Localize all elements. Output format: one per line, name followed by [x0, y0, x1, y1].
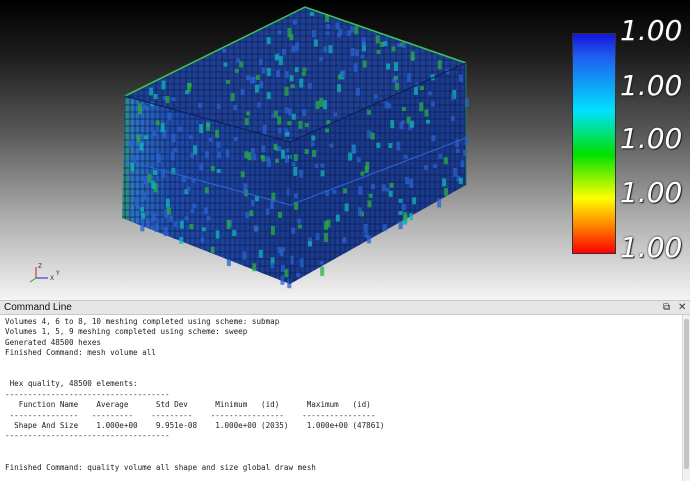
- legend-label-2: 1.00: [620, 69, 683, 102]
- command-scrollbar[interactable]: [682, 315, 690, 481]
- output-line: ------------------------------------: [5, 431, 170, 441]
- close-icon[interactable]: ✕: [678, 301, 686, 314]
- color-legend-bar: [572, 33, 616, 254]
- triad-y-label: Y: [55, 270, 60, 277]
- triad-x-label: X: [50, 275, 54, 282]
- command-output-text: Volumes 4, 6 to 8, 10 meshing completed …: [5, 317, 384, 481]
- output-line: Generated 48500 hexes: [5, 337, 102, 347]
- axis-triad-icon: Z X Y: [29, 263, 60, 283]
- scrollbar-thumb[interactable]: [684, 319, 689, 469]
- output-line: Volumes 4, 6 to 8, 10 meshing completed …: [5, 317, 280, 326]
- legend-label-1: 1.00: [620, 14, 683, 47]
- triad-z-label: Z: [38, 263, 42, 270]
- legend-label-3: 1.00: [620, 122, 683, 155]
- output-line: Shape And Size 1.000e+00 9.951e-08 1.000…: [5, 421, 385, 431]
- graphics-viewport[interactable]: 1.00 1.00 1.00 1.00 1.00 Z X Y: [0, 0, 690, 300]
- legend-label-5: 1.00: [620, 231, 683, 264]
- restore-icon[interactable]: ⧉: [663, 301, 670, 314]
- output-line: ------------------------------------: [5, 389, 170, 399]
- command-line-output[interactable]: Volumes 4, 6 to 8, 10 meshing completed …: [0, 315, 690, 481]
- output-line: Volumes 1, 5, 9 meshing completed using …: [5, 327, 248, 337]
- output-line: --------------- --------- --------- ----…: [5, 410, 376, 420]
- output-line: Hex quality, 48500 elements:: [5, 379, 138, 389]
- command-line-titlebar[interactable]: Command Line ⧉ ✕: [0, 300, 690, 315]
- output-line: Finished Command: mesh volume all: [5, 348, 156, 358]
- output-line: Finished Command: quality volume all sha…: [5, 462, 316, 472]
- command-line-title: Command Line: [4, 302, 72, 313]
- legend-label-4: 1.00: [620, 176, 683, 209]
- output-line: Function Name Average Std Dev Minimum (i…: [5, 400, 371, 410]
